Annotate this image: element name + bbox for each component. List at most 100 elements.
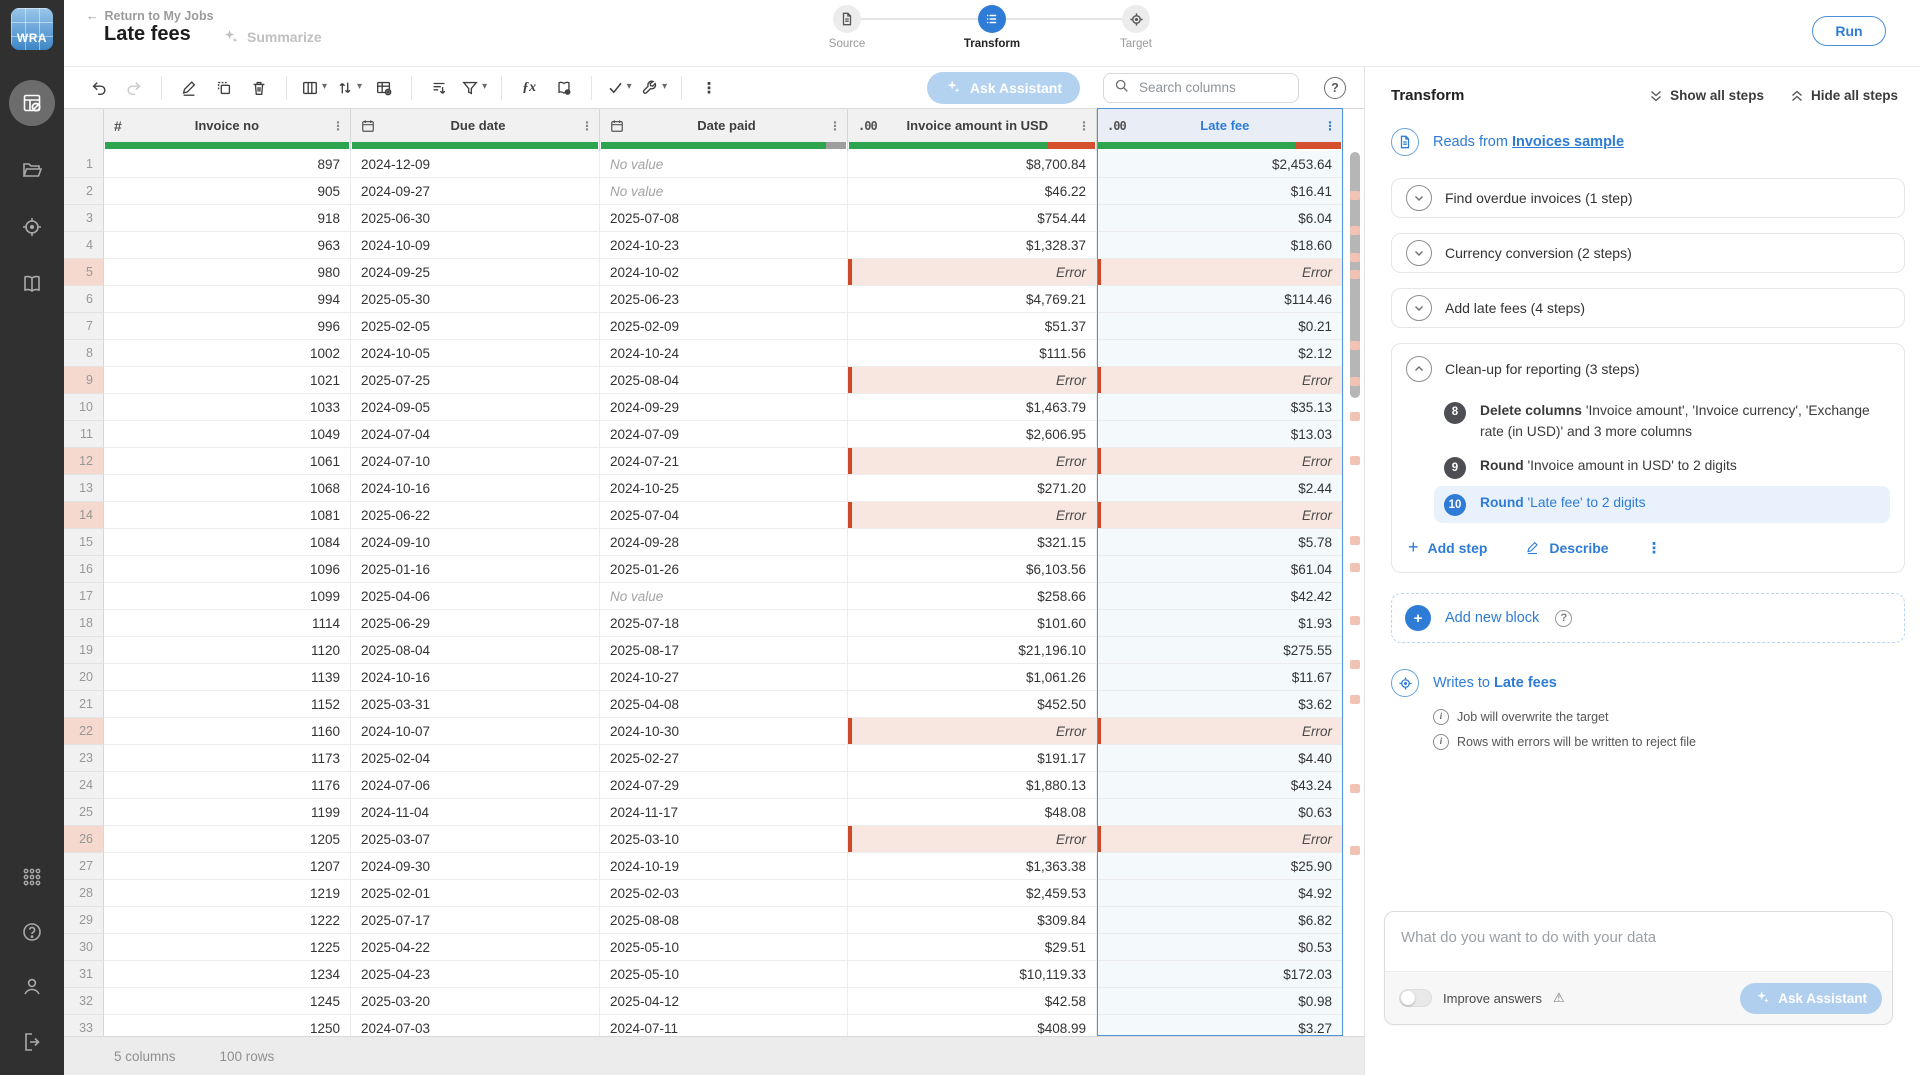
invoice-no-cell[interactable]: 897 <box>104 151 351 178</box>
date-paid-cell[interactable]: No value <box>600 583 848 610</box>
invoice-no-cell[interactable]: 1033 <box>104 394 351 421</box>
late-fee-cell[interactable]: $275.55 <box>1097 637 1343 664</box>
due-date-cell[interactable]: 2024-10-16 <box>351 664 600 691</box>
undo-button[interactable] <box>86 75 112 101</box>
late-fee-cell[interactable]: $3.62 <box>1097 691 1343 718</box>
run-button[interactable]: Run <box>1812 16 1886 46</box>
date-paid-cell[interactable]: 2024-09-28 <box>600 529 848 556</box>
recipe-library-button[interactable] <box>551 75 577 101</box>
late-fee-cell[interactable]: Error <box>1097 718 1343 745</box>
invoice-amount-cell[interactable]: $1,463.79 <box>848 394 1097 421</box>
date-paid-cell[interactable]: 2025-04-08 <box>600 691 848 718</box>
edit-cell-button[interactable] <box>176 75 202 101</box>
sidebar-item-folder[interactable] <box>19 157 45 183</box>
invoice-amount-cell[interactable]: $1,363.38 <box>848 853 1097 880</box>
add-new-block-button[interactable]: + Add new block ? <box>1391 593 1905 643</box>
date-paid-cell[interactable]: 2025-07-18 <box>600 610 848 637</box>
date-paid-cell[interactable]: 2024-07-21 <box>600 448 848 475</box>
date-paid-cell[interactable]: 2025-04-12 <box>600 988 848 1015</box>
late-fee-cell[interactable]: $61.04 <box>1097 556 1343 583</box>
column-header-invoice-amount-usd[interactable]: .00Invoice amount in USD⋮ <box>848 109 1097 152</box>
invoice-amount-cell[interactable]: $42.58 <box>848 988 1097 1015</box>
late-fee-cell[interactable]: Error <box>1097 448 1343 475</box>
date-paid-cell[interactable]: 2024-10-30 <box>600 718 848 745</box>
late-fee-cell[interactable]: $114.46 <box>1097 286 1343 313</box>
date-paid-cell[interactable]: 2025-01-26 <box>600 556 848 583</box>
date-paid-cell[interactable]: 2024-10-23 <box>600 232 848 259</box>
invoice-amount-cell[interactable]: $10,119.33 <box>848 961 1097 988</box>
sidebar-item-logout[interactable] <box>19 1029 45 1055</box>
date-paid-cell[interactable]: 2025-06-23 <box>600 286 848 313</box>
late-fee-cell[interactable]: $18.60 <box>1097 232 1343 259</box>
sidebar-item-targets[interactable] <box>19 214 45 240</box>
date-paid-cell[interactable]: 2024-10-25 <box>600 475 848 502</box>
transform-block-collapsed[interactable]: Add late fees (4 steps) <box>1391 288 1905 328</box>
date-paid-cell[interactable]: 2024-07-09 <box>600 421 848 448</box>
late-fee-cell[interactable]: $42.42 <box>1097 583 1343 610</box>
chat-input[interactable]: What do you want to do with your data <box>1385 912 1892 963</box>
invoice-amount-cell[interactable]: Error <box>848 718 1097 745</box>
invoice-no-cell[interactable]: 1081 <box>104 502 351 529</box>
vertical-scrollbar[interactable] <box>1350 151 1360 1034</box>
back-link[interactable]: ← Return to My Jobs <box>86 9 214 23</box>
invoice-amount-cell[interactable]: $51.37 <box>848 313 1097 340</box>
hide-all-steps-button[interactable]: Hide all steps <box>1790 88 1898 103</box>
toolbar-help-icon[interactable]: ? <box>1324 77 1346 99</box>
invoice-amount-cell[interactable]: $29.51 <box>848 934 1097 961</box>
due-date-cell[interactable]: 2025-02-04 <box>351 745 600 772</box>
reads-from-link[interactable]: Invoices sample <box>1512 134 1624 150</box>
invoice-amount-cell[interactable]: $2,459.53 <box>848 880 1097 907</box>
sidebar-item-docs[interactable] <box>19 271 45 297</box>
due-date-cell[interactable]: 2025-03-31 <box>351 691 600 718</box>
transform-step-10[interactable]: 10Round 'Late fee' to 2 digits <box>1434 486 1890 523</box>
column-menu-icon[interactable]: ⋮ <box>1324 120 1336 132</box>
date-paid-cell[interactable]: 2025-02-27 <box>600 745 848 772</box>
due-date-cell[interactable]: 2025-07-17 <box>351 907 600 934</box>
invoice-no-cell[interactable]: 1222 <box>104 907 351 934</box>
late-fee-cell[interactable]: $13.03 <box>1097 421 1343 448</box>
due-date-cell[interactable]: 2024-09-10 <box>351 529 600 556</box>
invoice-no-cell[interactable]: 1245 <box>104 988 351 1015</box>
reads-from-row[interactable]: Reads from Invoices sample <box>1391 128 1905 156</box>
due-date-cell[interactable]: 2024-12-09 <box>351 151 600 178</box>
invoice-no-cell[interactable]: 1205 <box>104 826 351 853</box>
late-fee-cell[interactable]: $2.44 <box>1097 475 1343 502</box>
transform-block-collapsed[interactable]: Find overdue invoices (1 step) <box>1391 178 1905 218</box>
row-filter-button[interactable] <box>426 75 452 101</box>
validate-menu-button[interactable]: ▾ <box>606 75 632 101</box>
late-fee-cell[interactable]: $0.53 <box>1097 934 1343 961</box>
late-fee-cell[interactable]: Error <box>1097 826 1343 853</box>
transform-step-9[interactable]: 9Round 'Invoice amount in USD' to 2 digi… <box>1434 449 1890 486</box>
transform-step-8[interactable]: 8Delete columns 'Invoice amount', 'Invoi… <box>1434 394 1890 449</box>
tools-menu-button[interactable]: ▾ <box>641 75 667 101</box>
delete-button[interactable] <box>246 75 272 101</box>
invoice-amount-cell[interactable]: $21,196.10 <box>848 637 1097 664</box>
late-fee-cell[interactable]: $43.24 <box>1097 772 1343 799</box>
ask-assistant-button[interactable]: Ask Assistant <box>927 72 1080 104</box>
due-date-cell[interactable]: 2024-07-06 <box>351 772 600 799</box>
late-fee-cell[interactable]: Error <box>1097 259 1343 286</box>
due-date-cell[interactable]: 2024-07-03 <box>351 1015 600 1036</box>
invoice-no-cell[interactable]: 1068 <box>104 475 351 502</box>
late-fee-cell[interactable]: $0.63 <box>1097 799 1343 826</box>
invoice-amount-cell[interactable]: $2,606.95 <box>848 421 1097 448</box>
late-fee-cell[interactable]: $5.78 <box>1097 529 1343 556</box>
late-fee-cell[interactable]: Error <box>1097 367 1343 394</box>
invoice-no-cell[interactable]: 1021 <box>104 367 351 394</box>
invoice-no-cell[interactable]: 1225 <box>104 934 351 961</box>
chevron-down-circle-icon[interactable] <box>1406 185 1432 211</box>
add-step-button[interactable]: +Add step <box>1408 537 1487 558</box>
date-paid-cell[interactable]: No value <box>600 178 848 205</box>
due-date-cell[interactable]: 2025-03-07 <box>351 826 600 853</box>
date-paid-cell[interactable]: 2024-07-29 <box>600 772 848 799</box>
show-all-steps-button[interactable]: Show all steps <box>1649 88 1764 103</box>
invoice-amount-cell[interactable]: Error <box>848 826 1097 853</box>
column-menu-icon[interactable]: ⋮ <box>332 120 344 132</box>
sidebar-item-help[interactable] <box>19 919 45 945</box>
search-columns-box[interactable] <box>1103 73 1299 103</box>
date-paid-cell[interactable]: 2024-10-02 <box>600 259 848 286</box>
due-date-cell[interactable]: 2025-07-25 <box>351 367 600 394</box>
invoice-amount-cell[interactable]: $321.15 <box>848 529 1097 556</box>
due-date-cell[interactable]: 2024-10-09 <box>351 232 600 259</box>
late-fee-cell[interactable]: $6.82 <box>1097 907 1343 934</box>
